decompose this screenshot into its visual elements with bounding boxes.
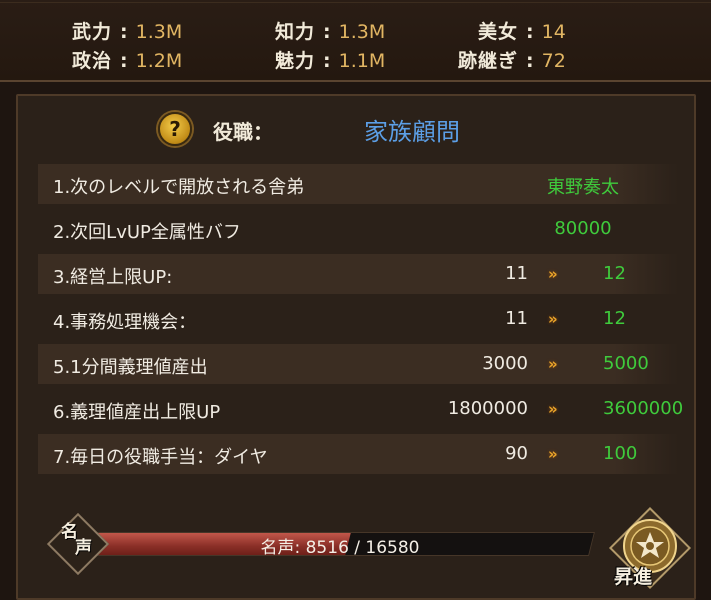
row-next-value: 100: [603, 443, 638, 464]
stat-value: 1.1M: [338, 50, 386, 72]
stat-name: 武力: [72, 21, 113, 43]
stat-name: 政治: [72, 50, 113, 72]
row-label: 1.次のレベルで開放される舎弟: [53, 177, 305, 198]
list-item: 1.次のレベルで開放される舎弟 東野奏太: [38, 164, 678, 204]
row-value: 東野奏太: [547, 177, 619, 198]
stat-value: 14: [541, 21, 566, 43]
list-item: 3.経営上限UP: 11 » 12: [38, 254, 678, 294]
row-next-value: 3600000: [603, 398, 684, 419]
stat-separator: :: [323, 50, 331, 72]
stat-name: 跡継ぎ: [458, 50, 519, 72]
stat-value: 72: [541, 50, 566, 72]
row-current-value: 11: [505, 263, 528, 284]
stat-value: 1.3M: [338, 21, 386, 43]
double-arrow-icon: »: [548, 355, 558, 373]
double-arrow-icon: »: [548, 310, 558, 328]
post-value: 家族顧問: [364, 118, 460, 146]
post-title-row: ? 役職： 家族顧問: [18, 96, 694, 156]
stat-zhili: 知力:1.3M: [275, 17, 385, 44]
row-current-value: 3000: [482, 353, 528, 374]
double-arrow-icon: »: [548, 445, 558, 463]
row-current-value: 1800000: [447, 398, 528, 419]
stat-separator: :: [526, 21, 534, 43]
stat-name: 美女: [478, 21, 519, 43]
row-current-value: 11: [505, 308, 528, 329]
row-label: 4.事務処理機会：: [53, 312, 197, 333]
stat-separator: :: [120, 50, 128, 72]
post-detail-panel: ? 役職： 家族顧問 1.次のレベルで開放される舎弟 東野奏太 2.次回LvUP…: [16, 94, 696, 600]
list-item: 7.毎日の役職手当：ダイヤ 90 » 100: [38, 434, 678, 474]
stats-panel: 武力:1.3M 知力:1.3M 美女:14 政治:1.2M 魅力:1.1M 跡継…: [0, 0, 711, 82]
post-label: 役職：: [213, 120, 273, 144]
double-arrow-icon: »: [548, 265, 558, 283]
stat-bijo: 美女:14: [478, 17, 566, 44]
stat-separator: :: [323, 21, 331, 43]
row-next-value: 5000: [603, 353, 649, 374]
fame-text: 名声: 8516 / 16580: [260, 538, 420, 558]
row-next-value: 12: [603, 263, 626, 284]
list-item: 5.1分間義理値産出 3000 » 5000: [38, 344, 678, 384]
row-label: 7.毎日の役職手当：ダイヤ: [53, 447, 268, 468]
stat-wuli: 武力:1.3M: [72, 17, 182, 44]
row-next-value: 12: [603, 308, 626, 329]
stat-separator: :: [120, 21, 128, 43]
row-current-value: 90: [505, 443, 528, 464]
row-value: 80000: [554, 218, 612, 239]
row-label: 6.義理値産出上限UP: [53, 402, 221, 423]
row-label: 5.1分間義理値産出: [53, 357, 208, 378]
stat-name: 魅力: [275, 50, 316, 72]
promote-button[interactable]: 昇進: [614, 562, 652, 589]
row-label: 3.経営上限UP:: [53, 267, 173, 288]
stat-seiji: 政治:1.2M: [72, 46, 182, 73]
list-item: 4.事務処理機会： 11 » 12: [38, 299, 678, 339]
question-mark-icon[interactable]: ?: [158, 112, 192, 146]
stat-miryoku: 魅力:1.1M: [275, 46, 385, 73]
row-label: 2.次回LvUP全属性バフ: [53, 222, 241, 243]
stat-value: 1.3M: [135, 21, 183, 43]
list-item: 2.次回LvUP全属性バフ 80000: [38, 209, 678, 249]
stat-name: 知力: [275, 21, 316, 43]
list-item-empty: [38, 479, 678, 519]
double-arrow-icon: »: [548, 400, 558, 418]
list-item: 6.義理値産出上限UP 1800000 » 3600000: [38, 389, 683, 429]
stat-separator: :: [526, 50, 534, 72]
stat-atotsugi: 跡継ぎ:72: [458, 46, 566, 73]
stat-value: 1.2M: [135, 50, 183, 72]
